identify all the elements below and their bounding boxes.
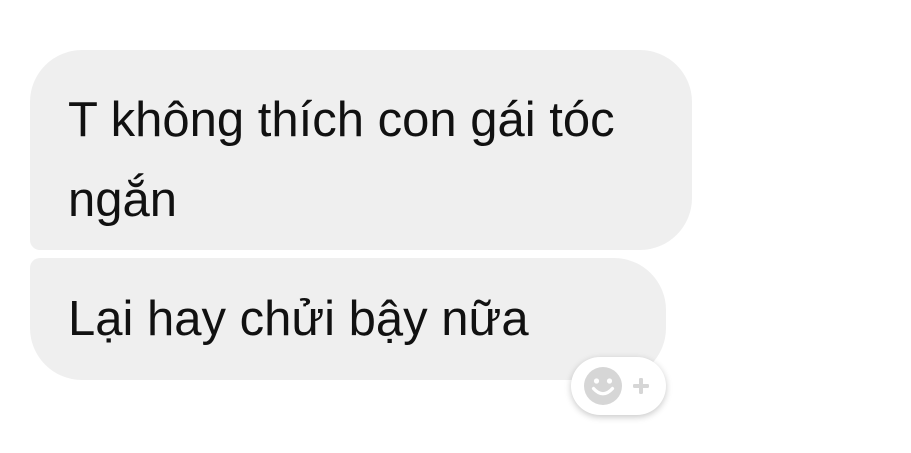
message-text: T không thích con gái tóc ngắn — [68, 93, 615, 227]
smiley-add-icon — [584, 367, 649, 405]
message-bubble[interactable]: Lại hay chửi bậy nữa — [30, 258, 666, 380]
message-text: Lại hay chửi bậy nữa — [68, 292, 529, 346]
message-bubble[interactable]: T không thích con gái tóc ngắn — [30, 50, 692, 250]
add-reaction-button[interactable] — [571, 357, 666, 415]
